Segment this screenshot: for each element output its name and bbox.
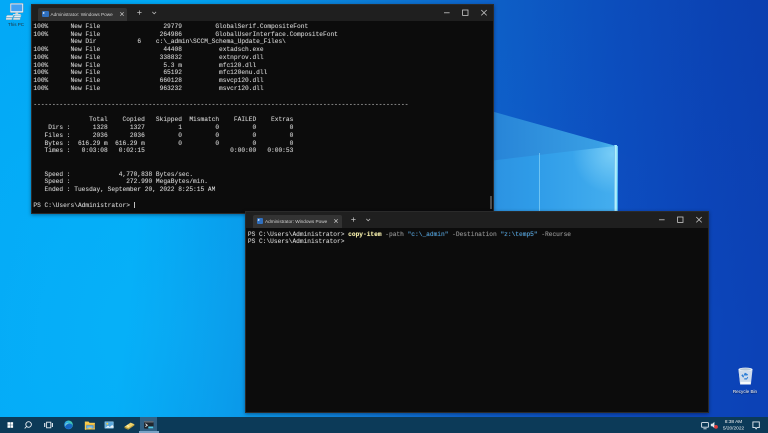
svg-text:8:38 AM: 8:38 AM bbox=[725, 419, 743, 425]
svg-text:5/20/2022: 5/20/2022 bbox=[723, 426, 745, 432]
